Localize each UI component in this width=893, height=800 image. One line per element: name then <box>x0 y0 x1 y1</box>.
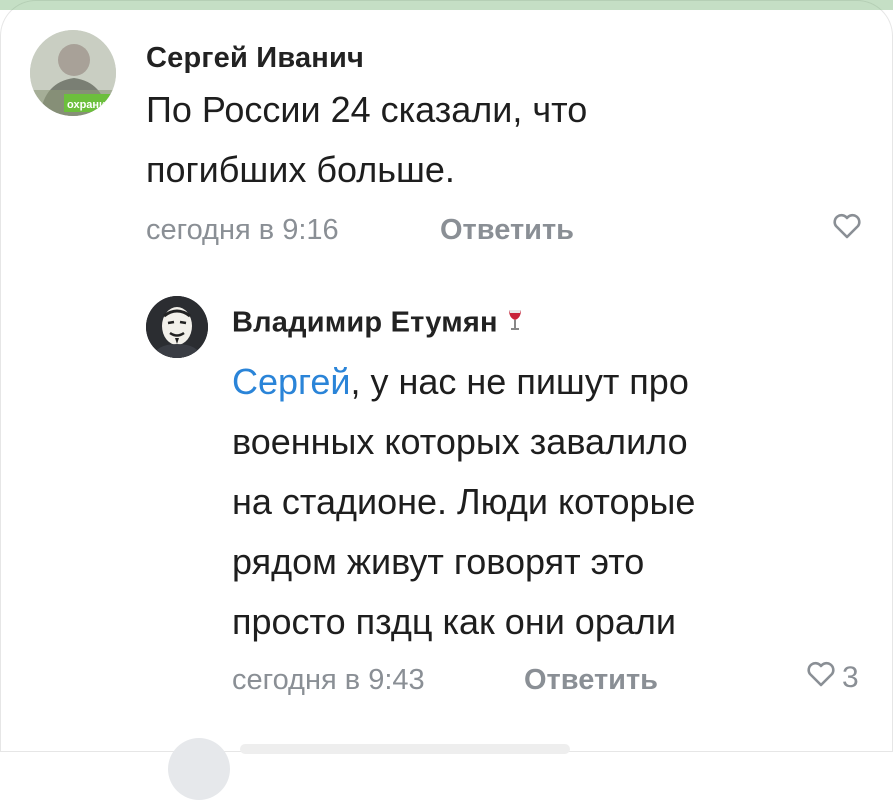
mention-link[interactable]: Сергей <box>232 361 351 402</box>
author-name[interactable]: Сергей Иванич <box>146 42 364 75</box>
comment-text-line: на стадионе. Люди которые <box>232 481 696 522</box>
top-edge <box>0 0 893 10</box>
heart-outline-icon <box>832 212 862 248</box>
avatar-photo <box>146 296 208 358</box>
timestamp: сегодня в 9:43 <box>232 664 425 696</box>
wine-glass-icon <box>506 306 524 342</box>
next-comment-placeholder <box>240 744 570 754</box>
like-button[interactable] <box>832 212 868 248</box>
avatar-photo: охраниТ <box>30 30 116 116</box>
avatar[interactable] <box>146 296 208 358</box>
comment-text-line: погибших больше. <box>146 149 455 190</box>
next-comment-avatar[interactable] <box>168 738 230 800</box>
comment-text-line: рядом живут говорят это <box>232 541 645 582</box>
reply-button[interactable]: Ответить <box>524 664 658 697</box>
comment-text-line: просто пздц как они орали <box>232 601 676 642</box>
like-count: 3 <box>842 661 859 694</box>
comment-text-line: Сергей, у нас не пишут про <box>232 352 689 412</box>
reply-button[interactable]: Ответить <box>440 214 574 247</box>
timestamp: сегодня в 9:16 <box>146 214 339 246</box>
avatar[interactable]: охраниТ <box>30 30 116 116</box>
author-name[interactable]: Владимир Етумян <box>232 306 524 342</box>
comment-text-line: По России 24 сказали, что <box>146 89 588 130</box>
heart-outline-icon <box>806 660 836 696</box>
like-button[interactable]: 3 <box>806 660 859 696</box>
comment-text-fragment: , у нас не пишут про <box>350 361 689 402</box>
comment-text-line: военных которых завалило <box>232 421 688 462</box>
author-name-text[interactable]: Владимир Етумян <box>232 307 498 339</box>
